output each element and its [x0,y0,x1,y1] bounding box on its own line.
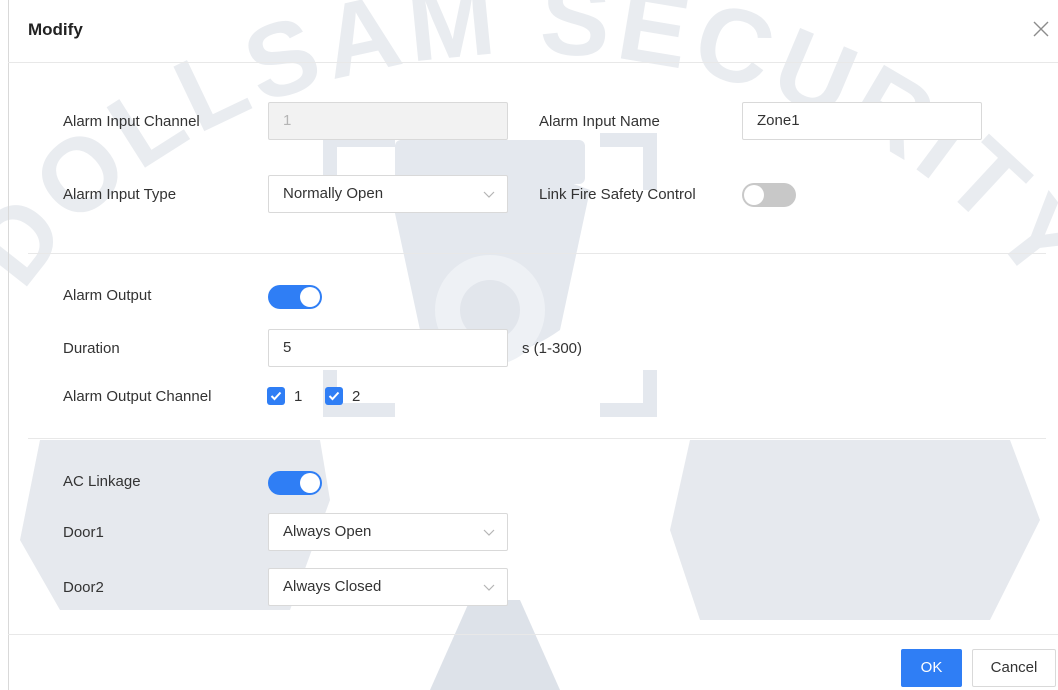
bullet-camera-icon [20,440,1040,620]
chevron-down-icon [483,191,495,198]
chevron-down-icon [483,529,495,536]
section-divider [28,253,1046,254]
footer-divider [8,634,1058,635]
toggle-knob [300,473,320,493]
door1-label: Door1 [63,524,104,541]
channel-2-label: 2 [352,388,361,405]
alarm-output-channel-label: Alarm Output Channel [63,388,212,405]
alarm-input-type-select[interactable]: Normally Open [268,175,508,213]
ok-button[interactable]: OK [901,649,962,687]
alarm-input-channel-field[interactable]: 1 [268,102,508,140]
dialog-title: Modify [28,20,83,39]
watermark-text: DOLLSAM SECURITY [0,0,1058,306]
link-fire-safety-toggle[interactable] [742,183,796,207]
chevron-down-icon [483,584,495,591]
duration-unit: s (1-300) [522,340,583,357]
duration-label: Duration [63,340,120,357]
door2-select[interactable]: Always Closed [268,568,508,606]
channel-1-checkbox[interactable] [267,387,285,405]
ac-linkage-toggle[interactable] [268,471,322,495]
check-icon [270,391,282,401]
svg-text:DOLLSAM SECURITY: DOLLSAM SECURITY [0,0,1058,306]
link-fire-safety-label: Link Fire Safety Control [539,186,696,203]
modify-dialog: DOLLSAM SECURITY Modify Alarm [0,0,1058,690]
alarm-output-label: Alarm Output [63,287,152,304]
toggle-knob [744,185,764,205]
check-icon [328,391,340,401]
cancel-button[interactable]: Cancel [972,649,1056,687]
channel-1-label: 1 [294,388,303,405]
door1-value: Always Open [283,523,372,540]
alarm-input-name-field[interactable]: Zone1 [742,102,982,140]
alarm-output-toggle[interactable] [268,285,322,309]
ac-linkage-label: AC Linkage [63,473,141,490]
close-icon[interactable] [1028,16,1054,42]
door1-select[interactable]: Always Open [268,513,508,551]
toggle-knob [300,287,320,307]
spotlight-icon [430,600,560,690]
door2-label: Door2 [63,579,104,596]
alarm-input-name-label: Alarm Input Name [539,113,660,130]
alarm-input-type-label: Alarm Input Type [63,186,177,203]
alarm-input-type-value: Normally Open [283,185,384,202]
dialog-border [8,0,9,690]
alarm-input-channel-label: Alarm Input Channel [63,113,200,130]
header-divider [8,62,1058,63]
duration-field[interactable]: 5 [268,329,508,367]
channel-2-checkbox[interactable] [325,387,343,405]
section-divider [28,438,1046,439]
door2-value: Always Closed [283,578,382,595]
